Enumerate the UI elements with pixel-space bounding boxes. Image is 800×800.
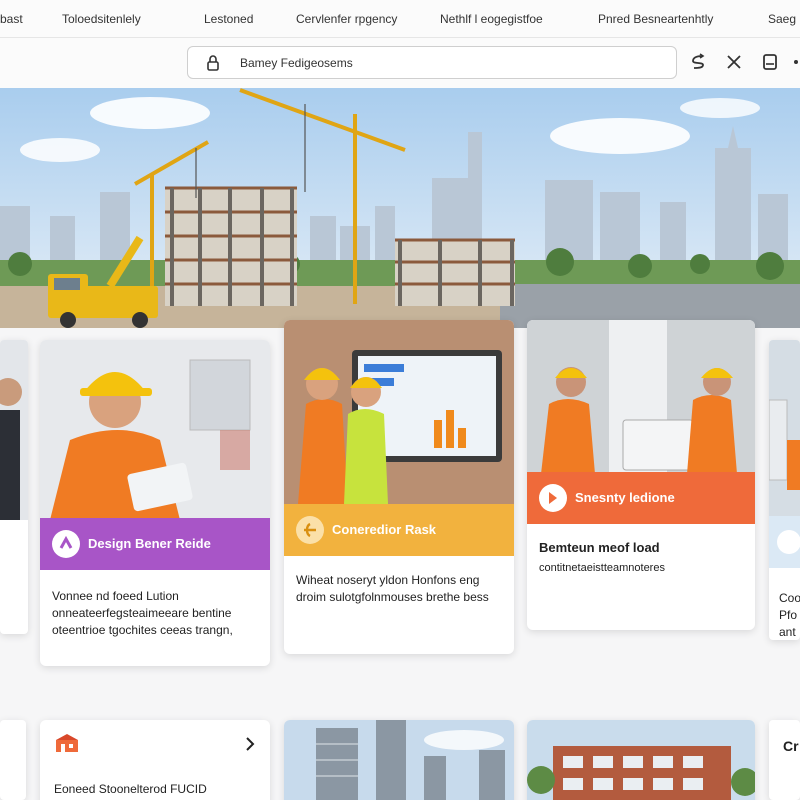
- card-photo: [284, 320, 514, 504]
- worker-with-tablet-photo: [40, 340, 270, 520]
- search-box[interactable]: [187, 46, 677, 79]
- card-contractor-risk[interactable]: Coneredior Rask Wiheat noseryt yldon Hon…: [284, 320, 514, 654]
- safety-icon: [539, 484, 567, 512]
- card-title: Snesnty ledione: [575, 490, 675, 505]
- share-icon[interactable]: [688, 52, 708, 72]
- nav-link-7[interactable]: Saeg: [768, 12, 796, 26]
- more-icon[interactable]: [792, 52, 800, 72]
- card-design-review[interactable]: Design Bener Reide Vonnee nd foeed Lutio…: [40, 340, 270, 666]
- search-input[interactable]: [240, 53, 660, 73]
- bottom-partial-left-card[interactable]: [0, 720, 26, 800]
- card-subtitle: Bemteun meof load: [539, 540, 660, 555]
- card-title: Design Bener Reide: [88, 536, 211, 551]
- office-building-photo: [527, 720, 755, 800]
- hero-construction-image: [0, 88, 800, 328]
- nav-link-1[interactable]: bast: [0, 12, 23, 26]
- card-description: Vonnee nd foeed Lution onneateerfegsteai…: [52, 589, 233, 637]
- partial-right-text: Coo Pfo ant: [779, 591, 800, 639]
- workers-at-dashboard-photo: [284, 320, 514, 504]
- design-icon: [52, 530, 80, 558]
- partial-right-band: [769, 516, 800, 568]
- card-title: Coneredior Rask: [332, 522, 437, 537]
- partial-left-photo: [0, 340, 28, 520]
- bookmark-icon[interactable]: [760, 52, 780, 72]
- construction-site-illustration: [0, 88, 800, 328]
- bottom-card-title: Eoneed Stoonelterod FUCID: [54, 782, 207, 796]
- partial-left-card[interactable]: [0, 340, 28, 634]
- partial-right-card[interactable]: Coo Pfo ant: [769, 340, 800, 640]
- nav-link-5[interactable]: Nethlf l eogegistfoe: [440, 12, 543, 26]
- info-icon: [777, 530, 800, 554]
- nav-link-2[interactable]: Toloedsitenlely: [62, 12, 141, 26]
- card-band: Coneredior Rask: [284, 504, 514, 556]
- bottom-card-3[interactable]: [527, 720, 755, 800]
- workers-installing-unit-photo: [527, 320, 755, 474]
- bottom-card-4-title: Cr: [783, 738, 799, 754]
- contractor-icon: [296, 516, 324, 544]
- bottom-card-1[interactable]: Eoneed Stoonelterod FUCID: [40, 720, 270, 800]
- nav-link-6[interactable]: Pnred Besneartenhtly: [598, 12, 713, 26]
- top-navigation: bast Toloedsitenlely Lestoned Cervlenfer…: [0, 0, 800, 38]
- lock-icon: [207, 55, 219, 71]
- card-safety-inspection[interactable]: Snesnty ledione Bemteun meof load contit…: [527, 320, 755, 630]
- collapse-icon[interactable]: [724, 52, 744, 72]
- city-towers-photo: [284, 720, 514, 800]
- card-band: Snesnty ledione: [527, 472, 755, 524]
- card-band: Design Bener Reide: [40, 518, 270, 570]
- nav-link-4[interactable]: Cervlenfer rpgency: [296, 12, 397, 26]
- card-description: contitnetaeistteamnoteres: [539, 562, 665, 574]
- chevron-right-icon[interactable]: [242, 736, 258, 752]
- search-row: [0, 38, 800, 88]
- nav-link-3[interactable]: Lestoned: [204, 12, 253, 26]
- card-description: Wiheat noseryt yldon Honfons eng droim s…: [296, 573, 489, 604]
- card-photo: [40, 340, 270, 520]
- card-photo: [527, 320, 755, 474]
- building-icon: [56, 734, 78, 752]
- bottom-card-2[interactable]: [284, 720, 514, 800]
- partial-right-photo: [769, 340, 800, 516]
- bottom-partial-right-card[interactable]: Cr: [769, 720, 800, 800]
